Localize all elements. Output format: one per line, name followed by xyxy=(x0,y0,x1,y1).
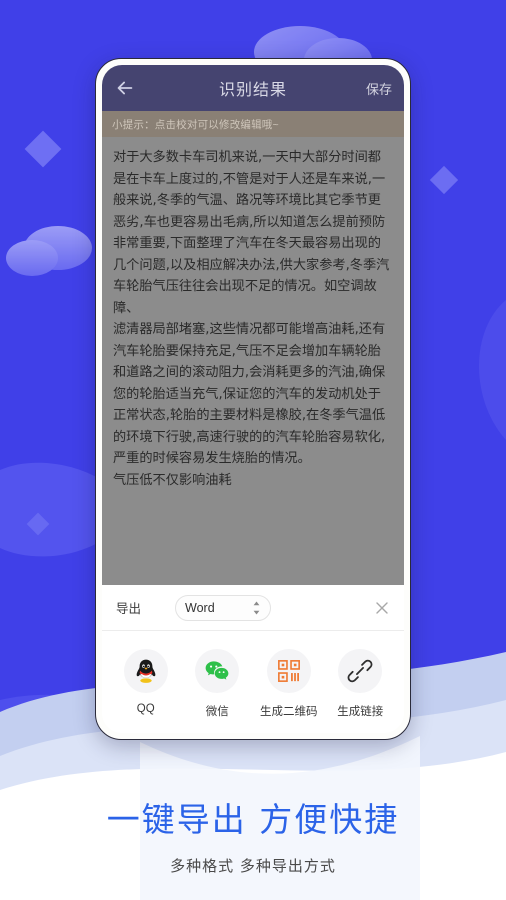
share-item-qq[interactable]: QQ xyxy=(110,649,182,719)
phone-screen: 识别结果 保存 小提示：点击校对可以修改编辑哦~ 对于大多数卡车司机来说,一天中… xyxy=(102,65,404,733)
ocr-result-text: 对于大多数卡车司机来说,一天中大部分时间都是在卡车上度过的,不管是对于人还是车来… xyxy=(113,150,390,488)
ocr-result-area[interactable]: 对于大多数卡车司机来说,一天中大部分时间都是在卡车上度过的,不管是对于人还是车来… xyxy=(102,137,404,585)
qq-icon xyxy=(123,649,168,693)
stepper-updown-icon xyxy=(252,601,261,615)
share-item-link[interactable]: 生成链接 xyxy=(325,649,397,719)
export-format-value: Word xyxy=(185,600,215,615)
footer-subtitle: 多种格式 多种导出方式 xyxy=(170,857,336,875)
tip-text: 小提示：点击校对可以修改编辑哦~ xyxy=(112,118,279,131)
diamond-right xyxy=(429,165,459,195)
share-label: QQ xyxy=(136,703,155,715)
share-label: 生成二维码 xyxy=(260,706,318,718)
wave-right-band xyxy=(479,300,506,440)
back-arrow-icon[interactable] xyxy=(114,77,136,99)
share-label: 微信 xyxy=(205,706,229,718)
export-row: 导出 Word xyxy=(102,585,404,631)
share-grid: QQ 微信 生成二维码 生成链接 xyxy=(102,631,404,733)
phone-mockup: 识别结果 保存 小提示：点击校对可以修改编辑哦~ 对于大多数卡车司机来说,一天中… xyxy=(95,58,411,740)
footer-title: 一键导出 方便快捷 xyxy=(106,800,400,839)
share-label: 生成链接 xyxy=(337,706,384,718)
export-label: 导出 xyxy=(116,602,142,616)
close-icon[interactable] xyxy=(374,600,390,616)
share-item-wechat[interactable]: 微信 xyxy=(182,649,254,719)
save-button[interactable]: 保存 xyxy=(366,79,392,98)
wechat-icon xyxy=(195,649,240,693)
share-item-qrcode[interactable]: 生成二维码 xyxy=(253,649,325,719)
app-header: 识别结果 保存 xyxy=(102,65,404,111)
cloud-shape-left xyxy=(6,226,92,276)
tip-bar: 小提示：点击校对可以修改编辑哦~ xyxy=(102,111,404,137)
export-format-select[interactable]: Word xyxy=(175,594,272,621)
qrcode-icon xyxy=(266,649,311,693)
link-icon xyxy=(338,649,383,693)
footer-copy: 一键导出 方便快捷 多种格式 多种导出方式 xyxy=(0,793,506,876)
page-title: 识别结果 xyxy=(218,82,287,99)
diamond-left-upper xyxy=(24,130,62,168)
